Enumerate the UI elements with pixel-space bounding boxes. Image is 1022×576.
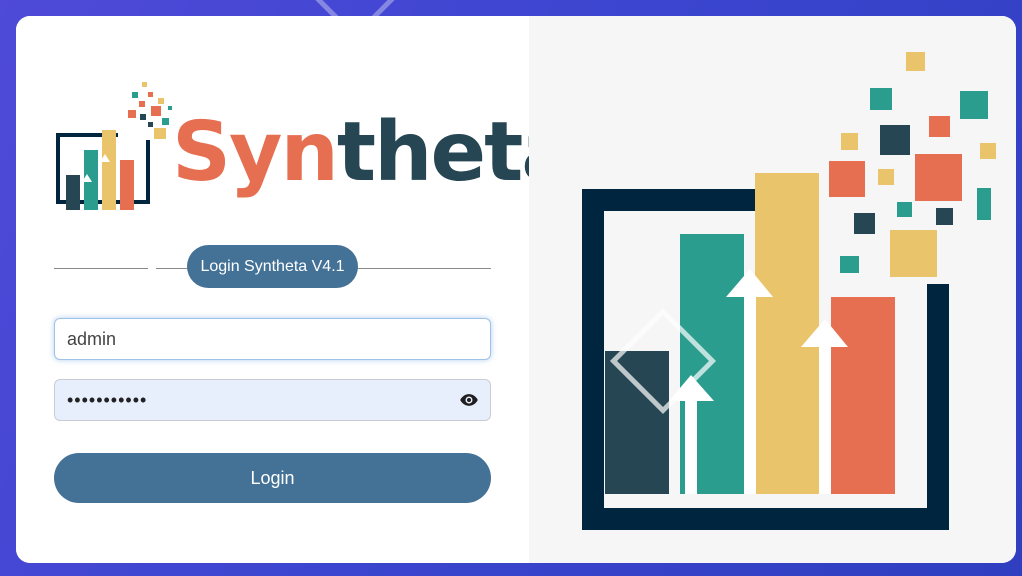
password-input[interactable] — [54, 379, 491, 421]
login-panel: Syntheta Login Syntheta V4.1 Login — [16, 16, 577, 563]
divider-gap — [148, 264, 156, 273]
eye-icon[interactable] — [458, 390, 480, 410]
logo-wordmark-syn: Syn — [172, 105, 339, 200]
login-card: Syntheta Login Syntheta V4.1 Login — [16, 16, 1016, 563]
syntheta-logo: Syntheta — [56, 80, 577, 230]
login-title-badge: Login Syntheta V4.1 — [187, 245, 358, 288]
login-button[interactable]: Login — [54, 453, 491, 503]
illustration-panel — [529, 16, 1016, 563]
logo-chart-icon — [56, 82, 172, 210]
growth-chart-illustration — [582, 52, 996, 530]
logo-wordmark: Syntheta — [172, 112, 577, 194]
username-input[interactable] — [54, 318, 491, 360]
